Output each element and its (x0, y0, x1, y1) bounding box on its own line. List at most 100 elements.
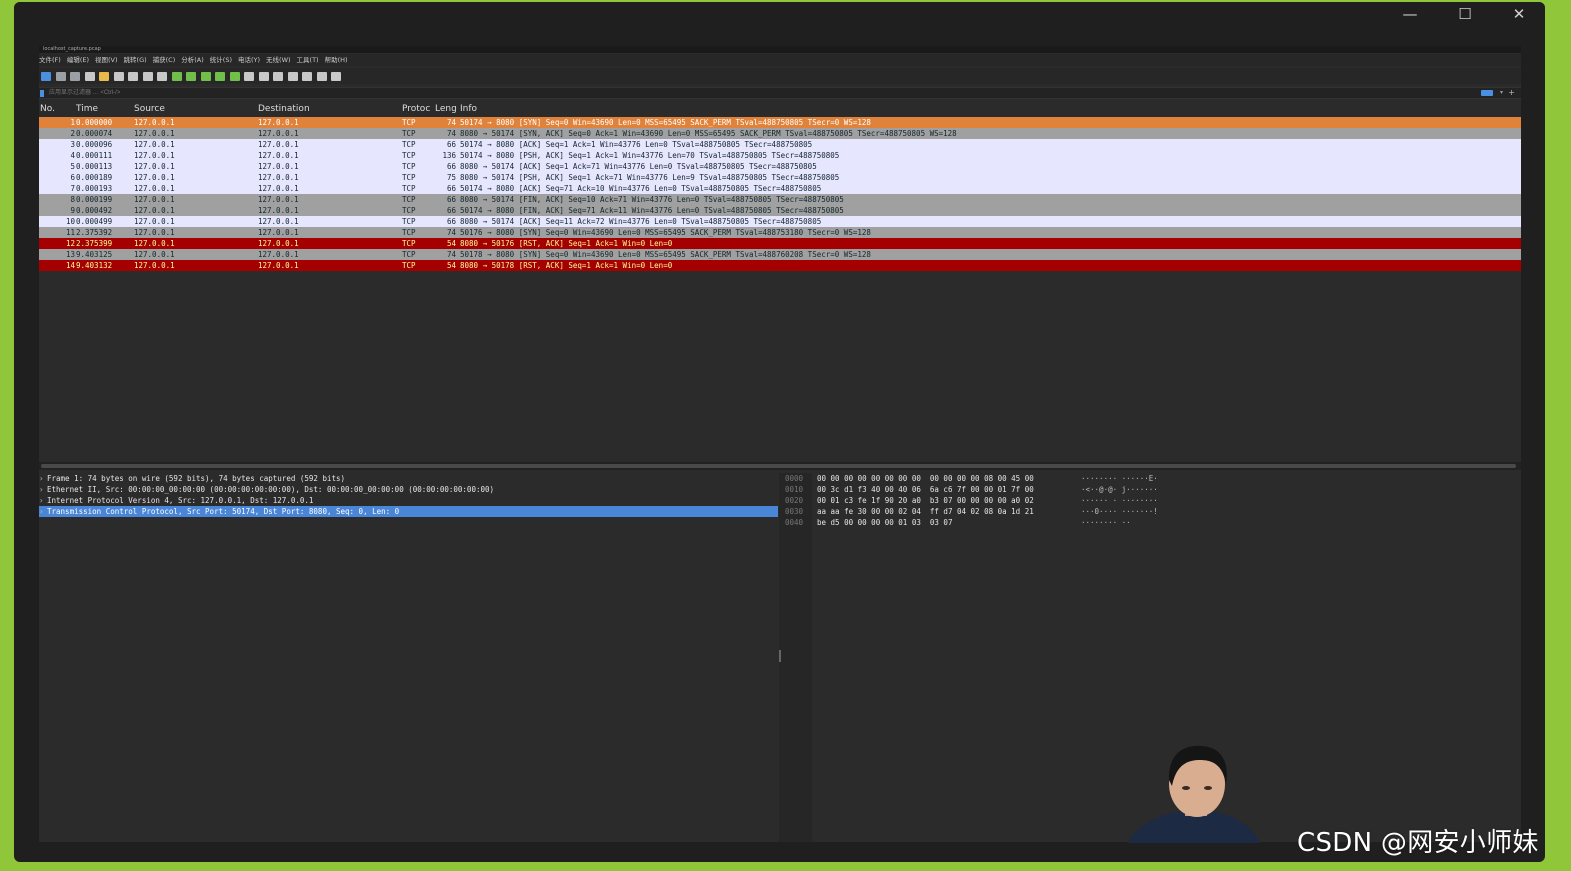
hex-bytes[interactable]: 00 00 00 00 00 00 00 00 00 00 00 00 08 0… (817, 473, 1034, 484)
cell-src: 127.0.0.1 (134, 217, 175, 226)
menu-item[interactable]: 跳转(G) (124, 54, 147, 66)
hex-bytes[interactable]: 00 01 c3 fe 1f 90 20 a0 b3 07 00 00 00 0… (817, 495, 1034, 506)
expand-arrow-icon[interactable]: › (39, 473, 44, 484)
col-header-info[interactable]: Info (460, 103, 477, 116)
cell-no: 2 (70, 129, 75, 138)
go-last-icon[interactable] (229, 71, 240, 81)
scrollbar-thumb[interactable] (41, 464, 1516, 468)
layout-icon[interactable] (331, 71, 341, 81)
menu-item[interactable]: 工具(T) (297, 54, 319, 66)
detail-tree-item[interactable]: › Internet Protocol Version 4, Src: 127.0… (39, 495, 778, 506)
col-header-time[interactable]: Time (76, 103, 98, 116)
cell-proto: TCP (402, 239, 416, 248)
packet-row[interactable]: 11 2.375392 127.0.0.1 127.0.0.1 TCP 74 50176 →… (39, 227, 1521, 238)
go-back-icon[interactable] (171, 71, 182, 81)
zoom-reset-icon[interactable] (302, 71, 312, 81)
detail-tree-item[interactable]: › Transmission Control Protocol, Src Port… (39, 506, 778, 517)
cell-no: 3 (70, 140, 75, 149)
filter-dropdown-icon[interactable]: ▾ (1500, 88, 1503, 98)
packet-row[interactable]: 3 0.000096 127.0.0.1 127.0.0.1 TCP 66 50174 → … (39, 139, 1521, 150)
col-header-protocol[interactable]: Protoc (402, 103, 430, 116)
ascii-bytes[interactable]: ········ ······E· (1081, 473, 1158, 484)
packet-row[interactable]: 4 0.000111 127.0.0.1 127.0.0.1 TCP 136 50174 →… (39, 150, 1521, 161)
colorize-icon[interactable] (258, 71, 269, 81)
packet-row[interactable]: 1 0.000000 127.0.0.1 127.0.0.1 TCP 74 50174 → … (39, 117, 1521, 128)
cell-time: 9.403132 (76, 261, 113, 270)
detail-tree-item[interactable]: › Ethernet II, Src: 00:00:00_00:00:00 (00… (39, 484, 778, 495)
pane-divider[interactable] (779, 473, 812, 842)
detail-text: Ethernet II, Src: 00:00:00_00:00:00 (00:… (47, 485, 495, 494)
cell-info: 50174 → 8080 [PSH, ACK] Seq=1 Ack=1 Win=… (460, 151, 840, 160)
detail-tree-item[interactable]: › Frame 1: 74 bytes on wire (592 bits), 7… (39, 473, 778, 484)
cell-len: 136 (442, 151, 456, 160)
maximize-button[interactable]: ☐ (1438, 2, 1492, 28)
go-forward-icon[interactable] (186, 71, 196, 81)
restart-icon[interactable] (70, 71, 80, 81)
go-first-icon[interactable] (215, 71, 225, 81)
horizontal-scrollbar[interactable] (39, 462, 1521, 470)
apply-filter-icon[interactable] (1481, 90, 1493, 96)
menu-item[interactable]: 统计(S) (210, 54, 232, 66)
close-file-icon[interactable] (128, 71, 138, 81)
cell-len: 74 (446, 250, 456, 259)
col-header-length[interactable]: Leng (435, 103, 457, 116)
go-to-packet-icon[interactable] (200, 71, 211, 81)
hex-bytes[interactable]: be d5 00 00 00 00 01 03 03 07 (817, 517, 952, 528)
cell-info: 50174 → 8080 [ACK] Seq=71 Ack=10 Win=437… (460, 184, 822, 193)
col-header-no[interactable]: No. (40, 103, 55, 116)
packet-row[interactable]: 14 9.403132 127.0.0.1 127.0.0.1 TCP 54 8080 → … (39, 260, 1521, 271)
cell-no: 5 (70, 162, 75, 171)
expand-arrow-icon[interactable]: › (39, 506, 44, 517)
packet-row[interactable]: 5 0.000113 127.0.0.1 127.0.0.1 TCP 66 8080 → 5… (39, 161, 1521, 172)
hex-bytes[interactable]: aa aa fe 30 00 00 02 04 ff d7 04 02 08 0… (817, 506, 1034, 517)
packet-row[interactable]: 6 0.000189 127.0.0.1 127.0.0.1 TCP 75 8080 → 5… (39, 172, 1521, 183)
zoom-out-icon[interactable] (287, 71, 298, 81)
display-filter-input[interactable] (49, 88, 1469, 98)
options-gear-icon[interactable] (84, 71, 95, 81)
cell-proto: TCP (402, 118, 416, 127)
expand-arrow-icon[interactable]: › (39, 495, 44, 506)
cell-dst: 127.0.0.1 (258, 162, 299, 171)
webcam-overlay (1120, 740, 1266, 843)
zoom-in-icon[interactable] (273, 71, 283, 81)
open-file-icon[interactable] (99, 71, 109, 81)
menu-item[interactable]: 帮助(H) (325, 54, 348, 66)
cell-dst: 127.0.0.1 (258, 261, 299, 270)
cell-time: 2.375399 (76, 239, 113, 248)
hex-bytes[interactable]: 00 3c d1 f3 40 00 40 06 6a c6 7f 00 00 0… (817, 484, 1034, 495)
packet-row[interactable]: 9 0.000492 127.0.0.1 127.0.0.1 TCP 66 50174 → … (39, 205, 1521, 216)
col-header-source[interactable]: Source (134, 103, 165, 116)
ascii-bytes[interactable]: ···0···· ·······! (1081, 506, 1158, 517)
packet-row[interactable]: 7 0.000193 127.0.0.1 127.0.0.1 TCP 66 50174 → … (39, 183, 1521, 194)
ascii-bytes[interactable]: ·<··@·@· j······· (1081, 484, 1158, 495)
add-filter-button[interactable]: + (1508, 88, 1515, 98)
save-file-icon[interactable] (113, 71, 124, 81)
byte-offset: 0040 (785, 518, 804, 527)
bookmark-icon[interactable] (40, 90, 44, 97)
packet-row[interactable]: 13 9.403125 127.0.0.1 127.0.0.1 TCP 74 50178 →… (39, 249, 1521, 260)
minimize-button[interactable]: — (1383, 2, 1437, 28)
close-button[interactable]: ✕ (1492, 2, 1545, 28)
menu-item[interactable]: 分析(A) (181, 54, 204, 66)
packet-row[interactable]: 12 2.375399 127.0.0.1 127.0.0.1 TCP 54 8080 → … (39, 238, 1521, 249)
find-packet-icon[interactable] (157, 71, 167, 81)
ascii-bytes[interactable]: ········ ·· (1081, 517, 1131, 528)
ascii-bytes[interactable]: ······ · ········ (1081, 495, 1158, 506)
menu-item[interactable]: 电话(Y) (238, 54, 260, 66)
reload-icon[interactable] (142, 71, 153, 81)
packet-row[interactable]: 2 0.000074 127.0.0.1 127.0.0.1 TCP 74 8080 → 5… (39, 128, 1521, 139)
resize-columns-icon[interactable] (316, 71, 327, 81)
packet-row[interactable]: 8 0.000199 127.0.0.1 127.0.0.1 TCP 66 8080 → 5… (39, 194, 1521, 205)
menu-item[interactable]: 无线(W) (266, 54, 291, 66)
packet-row[interactable]: 10 0.000499 127.0.0.1 127.0.0.1 TCP 66 8080 → … (39, 216, 1521, 227)
stop-icon[interactable] (55, 71, 66, 81)
expand-arrow-icon[interactable]: › (39, 484, 44, 495)
menu-item[interactable]: 捕获(C) (153, 54, 176, 66)
menu-item[interactable]: 文件(F) (39, 54, 61, 66)
shark-fin-start-icon[interactable] (41, 71, 51, 81)
auto-scroll-icon[interactable] (244, 71, 254, 81)
col-header-destination[interactable]: Destination (258, 103, 310, 116)
menu-item[interactable]: 编辑(E) (67, 54, 89, 66)
splitter-grip-icon[interactable] (779, 650, 781, 662)
menu-item[interactable]: 视图(V) (95, 54, 118, 66)
